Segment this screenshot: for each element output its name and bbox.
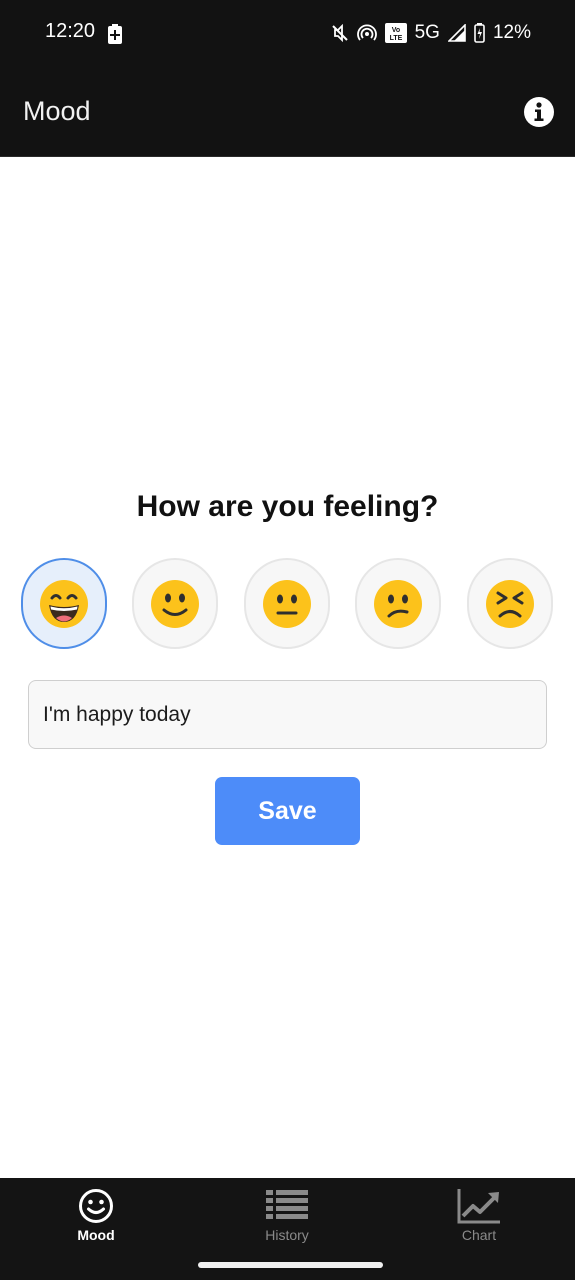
- nav-item-history[interactable]: History: [227, 1188, 347, 1248]
- grinning-face-emoji-icon: [40, 579, 88, 628]
- page-title: Mood: [23, 96, 91, 126]
- mood-options: [0, 558, 575, 652]
- status-time: 12:20: [45, 20, 96, 42]
- persevering-face-emoji-icon: [486, 579, 534, 628]
- info-icon: [524, 97, 554, 127]
- nav-item-mood[interactable]: Mood: [36, 1188, 156, 1248]
- volte-text-bottom: LTE: [389, 35, 402, 42]
- home-indicator[interactable]: [198, 1262, 383, 1268]
- save-button[interactable]: Save: [215, 777, 360, 845]
- battery-charging-icon: [108, 24, 122, 44]
- mute-icon: [331, 24, 349, 42]
- mood-option-persevering[interactable]: [467, 558, 553, 649]
- hotspot-icon: [356, 24, 377, 42]
- mood-option-confused[interactable]: [355, 558, 441, 649]
- neutral-face-emoji-icon: [263, 579, 311, 628]
- confused-face-emoji-icon: [374, 579, 422, 628]
- mood-option-slightly-smiling[interactable]: [132, 558, 218, 649]
- nav-label-chart: Chart: [461, 1227, 497, 1243]
- chart-icon: [457, 1189, 500, 1224]
- status-bar: 12:20 Vo LTE 5G 12%: [0, 0, 575, 66]
- nav-item-chart[interactable]: Chart: [419, 1188, 539, 1248]
- mood-question: How are you feeling?: [136, 490, 439, 523]
- mood-option-grinning[interactable]: [21, 558, 107, 649]
- network-type: 5G: [414, 22, 440, 43]
- battery-percent: 12%: [492, 22, 531, 43]
- list-icon: [266, 1190, 308, 1219]
- slightly-smiling-face-emoji-icon: [151, 579, 199, 628]
- status-icons: Vo LTE 5G 12%: [331, 20, 531, 46]
- nav-label-history: History: [265, 1227, 309, 1243]
- nav-label-mood: Mood: [77, 1227, 115, 1243]
- mood-note-input[interactable]: [28, 680, 547, 749]
- volte-icon: Vo LTE: [384, 23, 407, 43]
- smiley-icon: [79, 1189, 113, 1223]
- volte-text-top: Vo: [391, 27, 399, 34]
- signal-icon: [447, 24, 466, 42]
- mood-option-neutral[interactable]: [244, 558, 330, 649]
- info-button[interactable]: [523, 96, 555, 128]
- app-bar: Mood: [0, 66, 575, 157]
- battery-icon: [474, 23, 485, 43]
